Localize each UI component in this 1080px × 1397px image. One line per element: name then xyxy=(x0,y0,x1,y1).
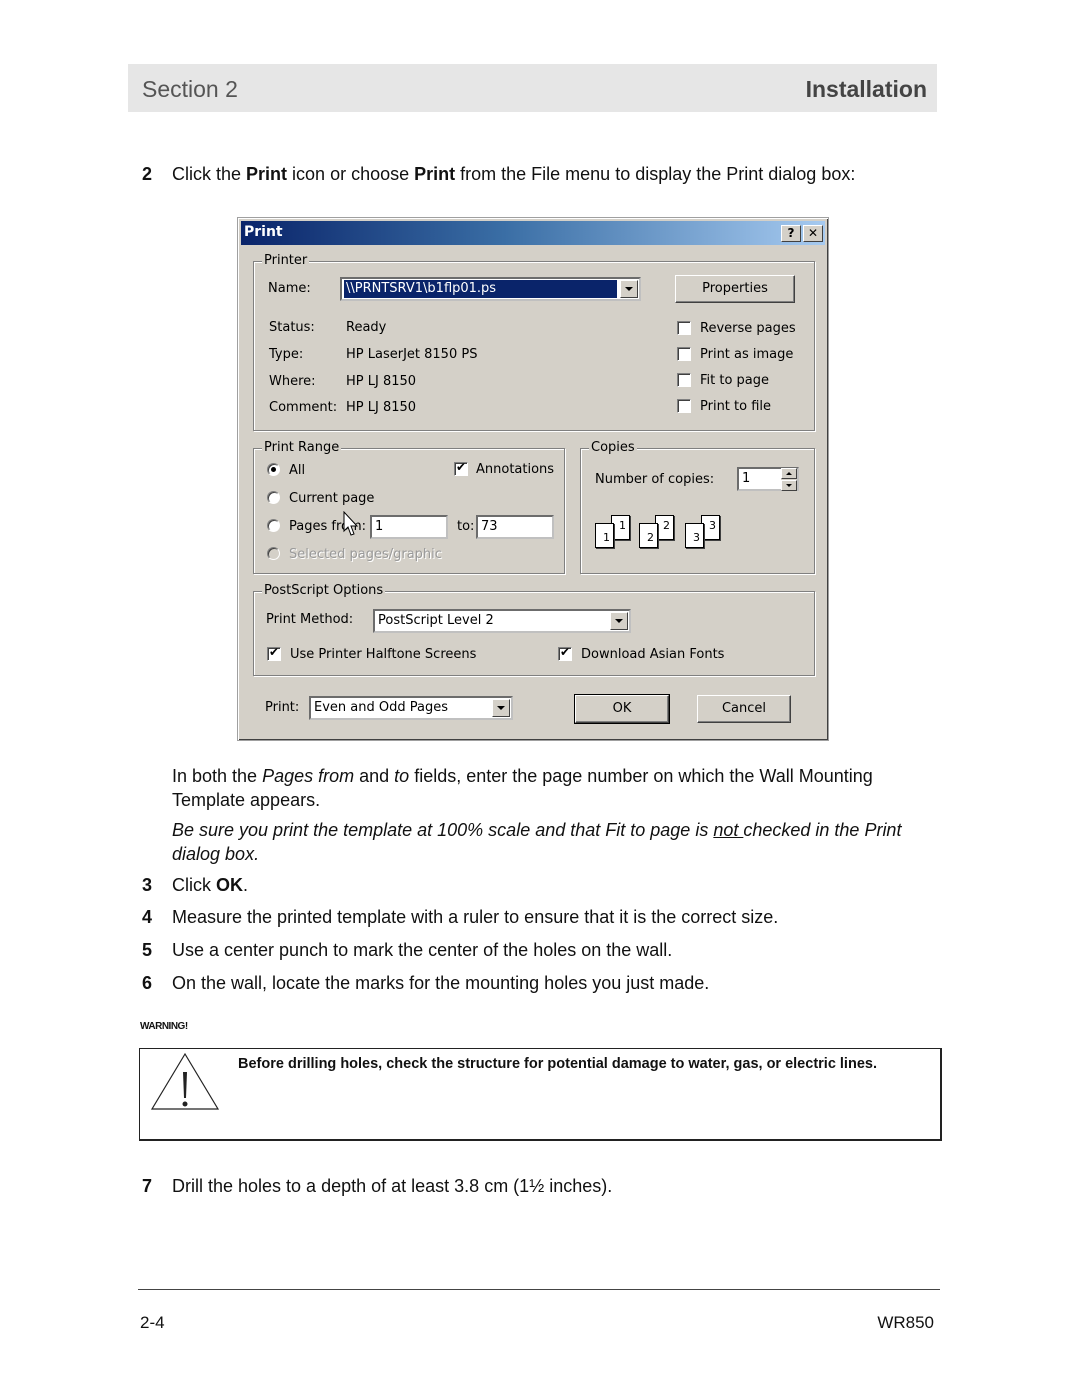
pages-from-input[interactable]: 1 xyxy=(370,515,448,539)
spin-up-icon[interactable] xyxy=(781,468,797,479)
range-current-radio[interactable] xyxy=(267,491,280,504)
printer-name-value: \\PRNTSRV1\b1flp01.ps xyxy=(344,280,617,298)
collate-page-icon: 3 xyxy=(685,523,704,548)
section-title: Installation xyxy=(805,76,927,102)
status-label: Status: xyxy=(269,320,315,335)
fit-to-page-checkbox[interactable] xyxy=(677,373,691,387)
step-3: 3 Click OK. xyxy=(142,875,249,895)
cancel-button[interactable]: Cancel xyxy=(697,695,791,723)
printer-name-label: Name: xyxy=(268,281,311,296)
mouse-cursor-icon xyxy=(343,511,359,536)
warning-box: Before drilling holes, check the structu… xyxy=(139,1048,942,1141)
footer-divider xyxy=(138,1289,940,1290)
range-all-label: All xyxy=(289,463,306,478)
section-number: Section 2 xyxy=(142,76,238,102)
chevron-down-icon[interactable] xyxy=(610,612,628,630)
warning-text: Before drilling holes, check the structu… xyxy=(238,1056,877,1072)
step-5: 5 Use a center punch to mark the center o… xyxy=(142,940,673,960)
print-method-value: PostScript Level 2 xyxy=(378,613,494,628)
where-label: Where: xyxy=(269,374,316,389)
close-button[interactable]: ✕ xyxy=(803,225,823,242)
ok-button[interactable]: OK xyxy=(574,694,670,724)
dialog-titlebar[interactable]: Print ? ✕ xyxy=(241,221,825,245)
print-to-file-label: Print to file xyxy=(700,399,772,414)
reverse-pages-checkbox[interactable] xyxy=(677,321,691,335)
page-number: 2-4 xyxy=(140,1313,165,1332)
printer-group: Printer Name: \\PRNTSRV1\b1flp01.ps Prop… xyxy=(253,253,815,431)
annotations-label: Annotations xyxy=(476,462,555,477)
postscript-group-label: PostScript Options xyxy=(262,583,386,598)
step-4: 4 Measure the printed template with a rul… xyxy=(142,907,779,927)
postscript-options-group: PostScript Options Print Method: PostScr… xyxy=(253,583,815,676)
step-number: 5 xyxy=(142,940,153,960)
dialog-title: Print xyxy=(244,224,283,240)
warning-triangle-icon xyxy=(150,1052,220,1110)
type-value: HP LaserJet 8150 PS xyxy=(346,347,478,362)
annotations-checkbox[interactable] xyxy=(454,460,468,476)
collate-page-icon: 1 xyxy=(595,523,614,548)
range-all-radio[interactable] xyxy=(267,463,280,476)
print-method-label: Print Method: xyxy=(266,612,354,627)
print-method-select[interactable]: PostScript Level 2 xyxy=(373,609,631,633)
comment-value: HP LJ 8150 xyxy=(346,400,417,415)
help-button[interactable]: ? xyxy=(781,225,801,242)
print-as-image-label: Print as image xyxy=(700,347,794,362)
printer-name-select[interactable]: \\PRNTSRV1\b1flp01.ps xyxy=(340,277,641,301)
range-pages-radio[interactable] xyxy=(267,519,280,532)
where-value: HP LJ 8150 xyxy=(346,374,417,389)
step-6: 6 On the wall, locate the marks for the m… xyxy=(142,973,710,993)
note-scale: Be sure you print the template at 100% s… xyxy=(172,820,902,864)
asian-fonts-checkbox[interactable] xyxy=(558,645,572,661)
copies-group: Copies Number of copies: 1 1 1 2 2 3 3 xyxy=(580,440,815,574)
print-subset-select[interactable]: Even and Odd Pages xyxy=(309,696,513,720)
pages-to-input[interactable]: 73 xyxy=(476,515,554,539)
spin-down-icon[interactable] xyxy=(781,480,797,491)
range-selected-radio[interactable] xyxy=(267,547,280,560)
step-number: 2 xyxy=(142,164,153,184)
halftone-checkbox[interactable] xyxy=(267,645,281,661)
step-number: 4 xyxy=(142,907,153,927)
print-subset-label: Print: xyxy=(265,700,300,715)
section-header: Section 2 Installation xyxy=(128,64,937,112)
step-7: 7 Drill the holes to a depth of at least … xyxy=(142,1176,613,1196)
note-pages-fields: In both the Pages from and to fields, en… xyxy=(172,766,873,810)
chevron-down-icon[interactable] xyxy=(492,699,510,717)
collate-page-icon: 2 xyxy=(639,523,658,548)
step-number: 7 xyxy=(142,1176,153,1196)
model-name: WR850 xyxy=(877,1313,934,1332)
type-label: Type: xyxy=(269,347,304,362)
reverse-pages-label: Reverse pages xyxy=(700,321,796,336)
pages-to-label: to: xyxy=(457,519,475,534)
asian-fonts-label: Download Asian Fonts xyxy=(581,647,725,662)
print-dialog: Print ? ✕ Printer Name: \\PRNTSRV1\b1flp… xyxy=(237,217,829,741)
status-value: Ready xyxy=(346,320,387,335)
halftone-label: Use Printer Halftone Screens xyxy=(290,647,477,662)
printer-group-label: Printer xyxy=(262,253,310,268)
fit-to-page-label: Fit to page xyxy=(700,373,770,388)
print-to-file-checkbox[interactable] xyxy=(677,399,691,413)
chevron-down-icon[interactable] xyxy=(620,280,638,298)
print-range-group-label: Print Range xyxy=(262,440,342,455)
properties-button[interactable]: Properties xyxy=(675,275,795,303)
step-2: 2 Click the Print icon or choose Print fr… xyxy=(142,164,856,184)
print-range-group: Print Range All Annotations Current page… xyxy=(253,440,565,574)
step-number: 6 xyxy=(142,973,153,993)
range-current-label: Current page xyxy=(289,491,375,506)
range-selected-label: Selected pages/graphic xyxy=(289,547,442,562)
comment-label: Comment: xyxy=(269,400,338,415)
number-of-copies-label: Number of copies: xyxy=(595,472,715,487)
copies-spinner[interactable] xyxy=(781,468,797,492)
print-subset-value: Even and Odd Pages xyxy=(314,700,448,715)
copies-group-label: Copies xyxy=(589,440,637,455)
print-as-image-checkbox[interactable] xyxy=(677,347,691,361)
warning-label: WARNING! xyxy=(140,1021,188,1032)
step-number: 3 xyxy=(142,875,153,895)
